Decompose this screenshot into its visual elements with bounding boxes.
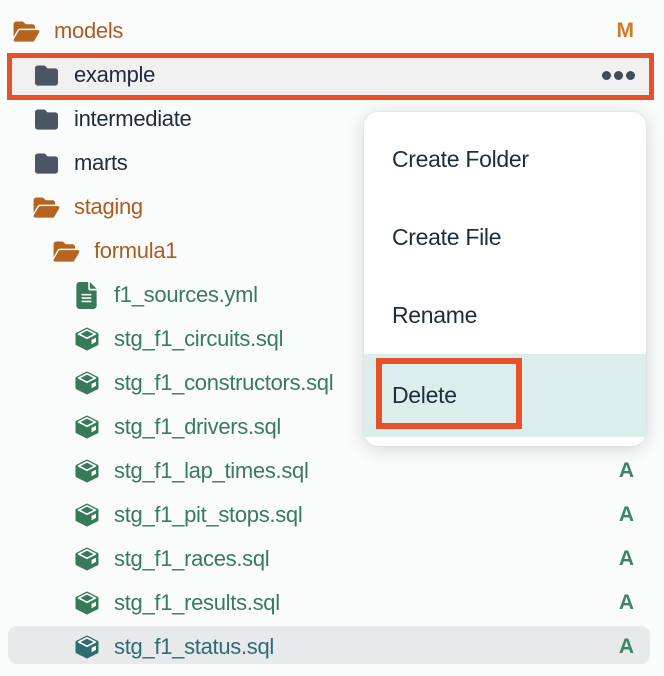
model-cube-icon	[73, 458, 100, 485]
context-menu: Create Folder Create File Rename Delete	[364, 112, 646, 446]
git-status-badge: M	[617, 19, 635, 43]
closed-folder-icon	[33, 62, 60, 89]
git-status-badge: A	[619, 591, 634, 615]
tree-item-example[interactable]: example	[0, 53, 664, 97]
tree-item-label: stg_f1_results.sql	[114, 590, 280, 616]
model-cube-icon	[73, 326, 100, 353]
menu-item-create-file[interactable]: Create File	[364, 198, 646, 276]
tree-item-label: models	[54, 18, 123, 44]
git-status-badge: A	[619, 503, 634, 527]
tree-item-models[interactable]: models M	[0, 9, 664, 53]
menu-item-label: Delete	[392, 382, 457, 409]
tree-item-stg-f1-pit-stops-sql[interactable]: stg_f1_pit_stops.sql A	[0, 493, 664, 537]
tree-item-label: stg_f1_pit_stops.sql	[114, 502, 302, 528]
git-status-badge: A	[619, 635, 634, 659]
git-status-badge: A	[619, 547, 634, 571]
git-status-badge: A	[619, 459, 634, 483]
model-cube-icon	[73, 634, 100, 661]
tree-item-stg-f1-results-sql[interactable]: stg_f1_results.sql A	[0, 581, 664, 625]
menu-item-label: Rename	[392, 302, 477, 329]
yml-file-icon	[73, 282, 100, 309]
tree-item-stg-f1-status-sql[interactable]: stg_f1_status.sql A	[0, 625, 664, 669]
menu-item-delete[interactable]: Delete	[364, 354, 646, 437]
tree-item-label: staging	[74, 194, 143, 220]
open-folder-icon	[13, 18, 40, 45]
tree-item-label: stg_f1_lap_times.sql	[114, 458, 309, 484]
tree-item-label: stg_f1_constructors.sql	[114, 370, 333, 396]
tree-item-label: stg_f1_circuits.sql	[114, 326, 283, 352]
menu-item-rename[interactable]: Rename	[364, 276, 646, 354]
row-actions-ellipsis-icon[interactable]	[602, 71, 635, 80]
tree-item-label: marts	[74, 150, 128, 176]
menu-item-label: Create Folder	[392, 146, 529, 173]
model-cube-icon	[73, 502, 100, 529]
open-folder-icon	[53, 238, 80, 265]
tree-item-label: intermediate	[74, 106, 191, 132]
menu-item-create-folder[interactable]: Create Folder	[364, 120, 646, 198]
model-cube-icon	[73, 590, 100, 617]
menu-item-label: Create File	[392, 224, 501, 251]
tree-item-stg-f1-races-sql[interactable]: stg_f1_races.sql A	[0, 537, 664, 581]
tree-item-label: formula1	[94, 238, 177, 264]
tree-item-label: stg_f1_races.sql	[114, 546, 269, 572]
tree-item-label: f1_sources.yml	[114, 282, 258, 308]
model-cube-icon	[73, 370, 100, 397]
closed-folder-icon	[33, 106, 60, 133]
tree-item-label: stg_f1_status.sql	[114, 634, 274, 660]
tree-item-label: example	[74, 62, 155, 88]
open-folder-icon	[33, 194, 60, 221]
closed-folder-icon	[33, 150, 60, 177]
model-cube-icon	[73, 414, 100, 441]
model-cube-icon	[73, 546, 100, 573]
tree-item-stg-f1-lap-times-sql[interactable]: stg_f1_lap_times.sql A	[0, 449, 664, 493]
tree-item-label: stg_f1_drivers.sql	[114, 414, 281, 440]
